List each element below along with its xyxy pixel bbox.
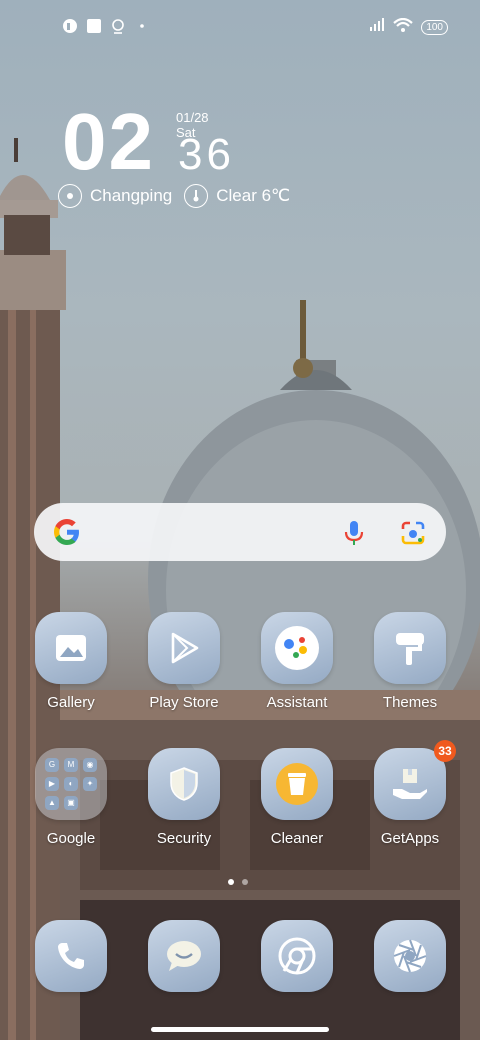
- drive-mini-icon: ▲: [45, 796, 59, 810]
- google-folder-icon: G M ◉ ▶ ◐ ✦ ▲ ▣: [35, 748, 107, 820]
- weather-condition: Clear 6℃: [216, 186, 291, 205]
- chrome-icon: [261, 920, 333, 992]
- home-gesture-bar[interactable]: [151, 1027, 329, 1032]
- google-logo-icon: [52, 517, 82, 547]
- wifi-icon: [393, 17, 414, 37]
- dot-notification-icon: [134, 18, 150, 34]
- dock-phone[interactable]: [21, 920, 121, 992]
- location-item[interactable]: Changping: [58, 184, 172, 208]
- getapps-icon: 33: [374, 740, 456, 820]
- app-label: Themes: [382, 694, 438, 711]
- youtube-mini-icon: ▶: [45, 777, 59, 791]
- camera-icon: [374, 920, 446, 992]
- cleaner-icon: [261, 748, 333, 820]
- page-indicator: [228, 879, 248, 885]
- page-dot: [242, 879, 248, 885]
- clock-hour: 02: [62, 97, 155, 186]
- maps-mini-icon: ◉: [83, 758, 97, 772]
- notification-badge: 33: [434, 740, 456, 762]
- app-label: Google: [46, 830, 96, 847]
- clock-date: 01/28 Sat: [176, 110, 209, 140]
- lens-icon[interactable]: [400, 520, 426, 551]
- files-mini-icon: ▣: [64, 796, 78, 810]
- gmail-mini-icon: G: [45, 758, 59, 772]
- photos-mini-icon: ✦: [83, 777, 97, 791]
- app-security[interactable]: Security: [134, 748, 234, 847]
- dock-messages[interactable]: [134, 920, 234, 992]
- play-store-icon: [148, 612, 220, 684]
- app-gallery[interactable]: Gallery: [21, 612, 121, 711]
- app-label: Assistant: [266, 694, 328, 711]
- app-label: Security: [156, 830, 212, 847]
- duo-mini-icon: ◐: [64, 777, 78, 791]
- dock-chrome[interactable]: [247, 920, 347, 992]
- square-notification-icon: [86, 18, 102, 34]
- gallery-icon: [35, 612, 107, 684]
- app-getapps[interactable]: 33 GetApps: [360, 740, 460, 847]
- app-themes[interactable]: Themes: [360, 612, 460, 711]
- app-label: Cleaner: [270, 830, 324, 847]
- themes-icon: [374, 612, 446, 684]
- thermometer-icon: [184, 184, 209, 208]
- battery-icon: 100: [421, 20, 448, 35]
- dock-camera[interactable]: [360, 920, 460, 992]
- folder-google[interactable]: G M ◉ ▶ ◐ ✦ ▲ ▣ Google: [21, 748, 121, 847]
- assistant-icon: [261, 612, 333, 684]
- google-mini-icon: M: [64, 758, 78, 772]
- page-dot-active: [228, 879, 234, 885]
- weather-widget[interactable]: Changping Clear 6℃: [58, 184, 290, 208]
- google-search-bar[interactable]: [34, 503, 446, 561]
- weather-item[interactable]: Clear 6℃: [184, 184, 290, 208]
- app-cleaner[interactable]: Cleaner: [247, 748, 347, 847]
- app-notification-icon: [62, 18, 78, 34]
- app-assistant[interactable]: Assistant: [247, 612, 347, 711]
- app-label: GetApps: [380, 830, 440, 847]
- security-icon: [148, 748, 220, 820]
- app-label: Gallery: [47, 694, 95, 711]
- phone-icon: [35, 920, 107, 992]
- status-bar: 100: [0, 0, 480, 56]
- signal-icon: [369, 18, 385, 37]
- pin-notification-icon: [110, 18, 126, 34]
- clock-widget[interactable]: 02 36 01/28 Sat: [62, 97, 231, 186]
- mic-icon[interactable]: [342, 519, 366, 552]
- location-label: Changping: [90, 186, 173, 205]
- messages-icon: [148, 920, 220, 992]
- location-icon: [58, 184, 82, 208]
- app-play-store[interactable]: Play Store: [134, 612, 234, 711]
- app-label: Play Store: [149, 694, 219, 711]
